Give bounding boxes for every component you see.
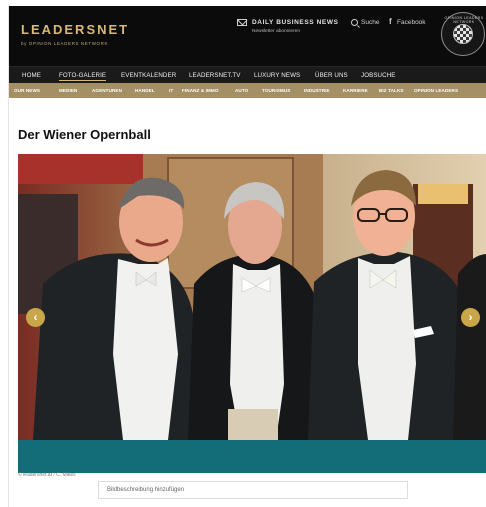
- photo-illustration: [18, 154, 486, 440]
- page-frame: LEADERSNET by OPINION LEADERS NETWORK DA…: [8, 6, 486, 507]
- nav-item-jobsuche[interactable]: JOBSUCHE: [361, 72, 396, 79]
- seal-text: OPINION LEADERS NETWORK: [444, 16, 484, 24]
- image-description-input[interactable]: Bildbeschreibung hinzufügen: [98, 481, 408, 499]
- subnav-item-opinion-leaders[interactable]: OPINION LEADERS: [414, 88, 458, 93]
- newsletter-subscribe-link[interactable]: Newsletter abonnieren: [252, 29, 300, 34]
- photo-credit: © leadersnet.at / C. Mikes: [18, 472, 76, 478]
- nav-item-ueber-uns[interactable]: ÜBER UNS: [315, 72, 348, 79]
- subnav-item-tourismus[interactable]: TOURISMUS: [262, 88, 290, 93]
- nav-item-luxury-news[interactable]: LUXURY NEWS: [254, 72, 300, 79]
- previous-photo-button[interactable]: ‹: [26, 308, 45, 327]
- site-header: LEADERSNET by OPINION LEADERS NETWORK DA…: [9, 6, 486, 66]
- seal-emblem-icon: [453, 24, 473, 44]
- next-photo-button[interactable]: ›: [461, 308, 480, 327]
- newsletter-title[interactable]: DAILY BUSINESS NEWS: [252, 19, 339, 26]
- facebook-icon[interactable]: f: [389, 17, 392, 26]
- subnav-item-our-news[interactable]: OUR NEWS: [14, 88, 40, 93]
- subnav-item-handel[interactable]: HANDEL: [135, 88, 155, 93]
- gallery-title: Der Wiener Opernball: [18, 127, 151, 142]
- subnav-item-industrie[interactable]: INDUSTRIE: [304, 88, 330, 93]
- subnav-item-it[interactable]: IT: [169, 88, 173, 93]
- nav-item-leadersnet-tv[interactable]: LEADERSNET.TV: [189, 72, 241, 79]
- subnav-item-medien[interactable]: MEDIEN: [59, 88, 77, 93]
- subnav-item-finanz-immo[interactable]: FINANZ & IMMO: [182, 88, 219, 93]
- nav-item-foto-galerie[interactable]: FOTO-GALERIE: [59, 72, 107, 81]
- subnav-item-auto[interactable]: AUTO: [235, 88, 248, 93]
- subnav-item-agenturen[interactable]: AGENTUREN: [92, 88, 122, 93]
- gallery-photo[interactable]: ‹ ›: [18, 154, 486, 440]
- photo-caption-bar: [18, 440, 486, 473]
- opinion-leaders-seal[interactable]: OPINION LEADERS NETWORK: [441, 12, 485, 56]
- facebook-link[interactable]: Facebook: [397, 19, 426, 26]
- site-logo[interactable]: LEADERSNET: [21, 22, 129, 37]
- subnav-item-karriere[interactable]: KARRIERE: [343, 88, 368, 93]
- search-link[interactable]: Suche: [361, 19, 379, 26]
- category-navigation: OUR NEWS MEDIEN AGENTUREN HANDEL IT FINA…: [9, 83, 486, 98]
- nav-item-eventkalender[interactable]: EVENTKALENDER: [121, 72, 176, 79]
- mail-icon[interactable]: [237, 19, 247, 26]
- main-navigation: HOME FOTO-GALERIE EVENTKALENDER LEADERSN…: [9, 66, 486, 83]
- nav-item-home[interactable]: HOME: [22, 72, 41, 79]
- search-icon[interactable]: [351, 19, 358, 26]
- site-logo-subtitle: by OPINION LEADERS NETWORK: [21, 41, 109, 46]
- subnav-item-biz-talks[interactable]: BIZ TALKS: [379, 88, 404, 93]
